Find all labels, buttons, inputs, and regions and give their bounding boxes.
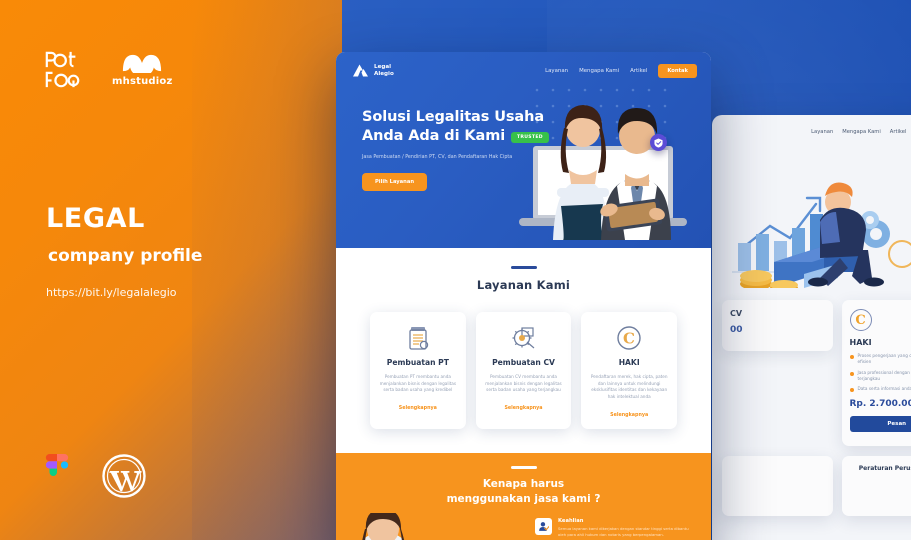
secondary-pricing-card-haki[interactable]: C HAKI Proses pengerjaan yang cepat dan … — [841, 300, 911, 447]
secondary-card-bullet-0: Proses pengerjaan yang cepat dan efisien — [857, 353, 911, 365]
secondary-nav: Layanan Mengapa Kami Artikel Kontak — [712, 115, 911, 138]
bullet-dot-icon — [849, 388, 854, 393]
secondary-card-haki-title: HAKI — [849, 338, 872, 347]
secondary-card-haki-price: Rp. 2.700.000 — [849, 399, 911, 410]
page-title: LEGAL — [46, 203, 145, 234]
secondary-nav-link-mengapa-kami[interactable]: Mengapa Kami — [842, 129, 881, 135]
wordpress-logo-icon — [102, 454, 146, 498]
screenshot-stage: Layanan Mengapa Kami Artikel Kontak — [0, 0, 911, 540]
secondary-bottom-cards: Peraturan Perusahaan — [712, 446, 911, 517]
secondary-bottom-card-title: Peraturan Perusahaan — [858, 465, 911, 473]
service-card-desc: Pembuatan PT membantu anda menjalankan b… — [379, 373, 457, 393]
why-feature-desc: Semua layanan kami dikerjakan dengan sta… — [558, 526, 689, 537]
why-feature-title: Keahlian — [558, 517, 584, 524]
tool-logos-row — [42, 454, 146, 498]
secondary-nav-link-artikel[interactable]: Artikel — [890, 129, 907, 135]
business-growth-illustration — [712, 138, 911, 293]
why-feature-text: Keahlian Semua layanan kami dikerjakan d… — [558, 518, 697, 538]
section-divider — [510, 266, 537, 269]
secondary-pricing-card-partial[interactable]: CV 00 — [722, 300, 833, 351]
nav-link-mengapa-kami[interactable]: Mengapa Kami — [579, 68, 619, 74]
secondary-card-partial-price: 00 — [730, 325, 743, 335]
list-item: Jasa professional dengan harga terjangka… — [849, 369, 911, 383]
svg-text:C: C — [623, 329, 635, 347]
hero-title-line-2: Anda Ada di Kami — [362, 128, 506, 145]
service-card-title: Pembuatan PT — [386, 357, 449, 367]
secondary-pricing-cards: CV 00 C HAKI Proses pengerjaan yang cepa… — [712, 288, 911, 447]
copyright-icon: C — [590, 325, 668, 351]
hero-title-line-1: Solusi Legalitas Usaha — [362, 109, 545, 125]
why-woman-image — [336, 513, 531, 540]
why-heading-line-2: menggunakan jasa kami ? — [446, 493, 601, 506]
cover-copy: LEGAL company profile https://bit.ly/leg… — [46, 205, 202, 299]
section-divider — [510, 466, 537, 469]
hero-cta-button[interactable]: Pilih Layanan — [362, 173, 428, 192]
nav-link-layanan[interactable]: Layanan — [545, 68, 568, 74]
mhstudioz-brand: mhstudioz — [112, 53, 172, 87]
figma-logo-icon — [45, 454, 69, 476]
gear-document-icon — [485, 325, 563, 351]
user-check-icon — [535, 517, 552, 535]
why-heading-line-1: Kenapa harus — [482, 477, 565, 490]
why-heading: Kenapa harus menggunakan jasa kami ? — [336, 477, 711, 507]
hero-title: Solusi Legalitas Usaha Anda Ada di Kami — [362, 108, 552, 146]
why-features: Keahlian Semua layanan kami dikerjakan d… — [531, 517, 711, 540]
nav-links: Layanan Mengapa Kami Artikel Kontak — [545, 63, 697, 78]
service-card-link[interactable]: Selengkapnya — [485, 406, 563, 411]
bullet-dot-icon — [849, 355, 854, 359]
brand-line-1: Legal — [374, 63, 392, 70]
why-section: Kenapa harus menggunakan jasa kami ? Kea… — [336, 453, 711, 540]
hero-copy: Solusi Legalitas Usaha Anda Ada di Kami … — [362, 108, 552, 192]
service-card-desc: Pendaftaran merek, hak cipta, paten dan … — [590, 373, 668, 400]
nav-cta-kontak[interactable]: Kontak — [658, 63, 697, 78]
secondary-card-bullet-1: Jasa professional dengan harga terjangka… — [857, 369, 911, 381]
service-card-title: HAKI — [618, 357, 640, 367]
page-subtitle: company profile — [48, 246, 203, 266]
mountain-chevron-icon — [353, 64, 368, 77]
mhstudioz-label: mhstudioz — [112, 76, 173, 87]
why-feature-keahlian: Keahlian Semua layanan kami dikerjakan d… — [535, 517, 697, 538]
hero-subtitle: Jasa Pembuatan / Pendirian PT, CV, dan P… — [362, 155, 513, 161]
secondary-website-mockup: Layanan Mengapa Kami Artikel Kontak — [712, 115, 911, 540]
service-card-pembuatan-cv[interactable]: Pembuatan CV Pembuatan CV membantu anda … — [475, 311, 572, 430]
brand-line-2: Alegio — [374, 70, 394, 77]
why-body: Keahlian Semua layanan kami dikerjakan d… — [336, 513, 711, 540]
service-cards: Pembuatan PT Pembuatan PT membantu anda … — [336, 292, 711, 454]
bullet-dot-icon — [849, 371, 854, 376]
secondary-card-order-button[interactable]: Pesan — [849, 416, 911, 433]
service-card-pembuatan-pt[interactable]: Pembuatan PT Pembuatan PT membantu anda … — [370, 311, 466, 430]
secondary-nav-link-layanan[interactable]: Layanan — [811, 129, 833, 135]
copyright-icon: C — [849, 309, 872, 331]
service-card-link[interactable]: Selengkapnya — [590, 413, 668, 418]
list-item: Data serta informasi anda terjamin — [849, 386, 911, 393]
mhstudioz-logo-icon — [123, 54, 162, 73]
secondary-card-bullet-2: Data serta informasi anda terjamin — [857, 386, 911, 392]
main-website-mockup: Legal Alegio Layanan Mengapa Kami Artike… — [336, 52, 711, 540]
list-item: Proses pengerjaan yang cepat dan efisien — [849, 353, 911, 366]
hero-section: Legal Alegio Layanan Mengapa Kami Artike… — [336, 52, 711, 248]
secondary-card-partial-title: CV — [730, 309, 743, 318]
document-certificate-icon — [379, 325, 457, 351]
services-section: Layanan Kami Pembuatan PT Pembuatan PT m… — [336, 248, 711, 454]
project-url[interactable]: https://bit.ly/legalalegio — [46, 286, 202, 299]
service-card-title: Pembuatan CV — [492, 357, 555, 367]
shield-check-icon — [650, 134, 667, 151]
brand-name: Legal Alegio — [374, 64, 394, 78]
services-heading: Layanan Kami — [476, 277, 571, 292]
main-nav: Legal Alegio Layanan Mengapa Kami Artike… — [336, 52, 711, 78]
service-card-haki[interactable]: C HAKI Pendaftaran merek, hak cipta, pat… — [581, 311, 678, 430]
portfolio-logo-icon — [45, 51, 80, 88]
secondary-bottom-card-empty[interactable] — [722, 456, 833, 517]
service-card-desc: Pembuatan CV membantu anda menjalankan b… — [485, 373, 562, 393]
brand-logo[interactable]: Legal Alegio — [352, 63, 394, 78]
secondary-bottom-card-peraturan[interactable]: Peraturan Perusahaan — [841, 456, 911, 517]
nav-link-artikel[interactable]: Artikel — [630, 68, 647, 74]
brand-logos-row: mhstudioz — [44, 50, 172, 90]
service-card-link[interactable]: Selengkapnya — [379, 406, 457, 411]
